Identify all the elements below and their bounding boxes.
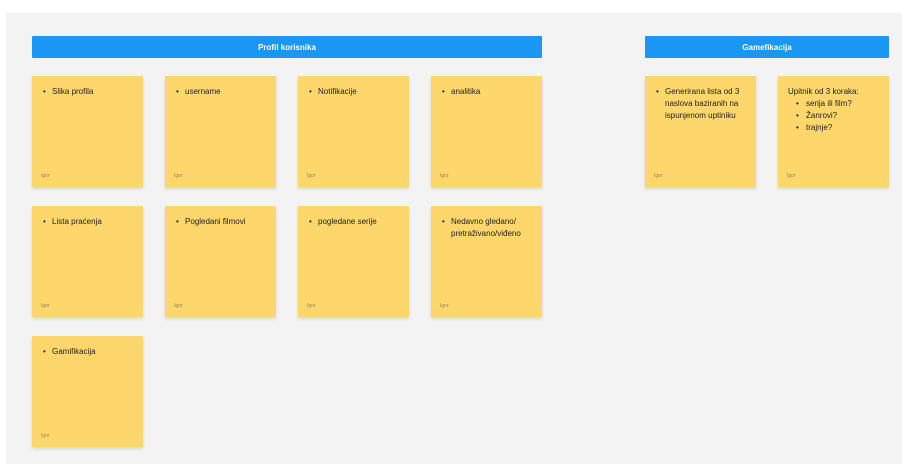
note-author: Igor: [654, 173, 663, 179]
sticky-note-lista-pracenja[interactable]: Lista praćenja Igor: [32, 206, 143, 317]
note-author: Igor: [307, 303, 316, 309]
note-author: Igor: [41, 303, 50, 309]
note-content: Generirana lista od 3 naslova baziranih …: [655, 86, 748, 122]
note-author: Igor: [174, 303, 183, 309]
note-heading: Upitnik od 3 koraka:: [788, 87, 859, 96]
sticky-note-username[interactable]: username Igor: [165, 76, 276, 187]
note-content: Pogledani filmovi: [175, 216, 268, 228]
note-bullet: analitika: [441, 86, 534, 98]
note-author: Igor: [174, 173, 183, 179]
sticky-note-generirana-lista[interactable]: Generirana lista od 3 naslova baziranih …: [645, 76, 756, 187]
note-bullet: Notifikacije: [308, 86, 401, 98]
note-sub-list: serija ili film? Žanrovi? trajnje?: [788, 98, 881, 134]
sticky-note-pogledane-serije[interactable]: pogledane serije Igor: [298, 206, 409, 317]
whiteboard-canvas[interactable]: Profil korisnika Gamefikacija Slika prof…: [6, 13, 902, 464]
note-content: pogledane serije: [308, 216, 401, 228]
note-bullet: Gamifikacija: [42, 346, 135, 358]
note-bullet: serija ili film?: [788, 98, 881, 110]
note-bullet: Nedavno gledano/ pretraživano/viđeno: [441, 216, 534, 240]
note-bullet: trajnje?: [788, 122, 881, 134]
note-bullet: username: [175, 86, 268, 98]
note-content: Slika profila: [42, 86, 135, 98]
note-content: analitika: [441, 86, 534, 98]
sticky-note-gamifikacija[interactable]: Gamifikacija Igor: [32, 336, 143, 447]
note-author: Igor: [307, 173, 316, 179]
note-bullet: pogledane serije: [308, 216, 401, 228]
sticky-note-pogledani-filmovi[interactable]: Pogledani filmovi Igor: [165, 206, 276, 317]
note-author: Igor: [41, 433, 50, 439]
note-content: Nedavno gledano/ pretraživano/viđeno: [441, 216, 534, 240]
sticky-note-nedavno-gledano[interactable]: Nedavno gledano/ pretraživano/viđeno Igo…: [431, 206, 542, 317]
note-content: Notifikacije: [308, 86, 401, 98]
sticky-note-notifikacije[interactable]: Notifikacije Igor: [298, 76, 409, 187]
note-content: Lista praćenja: [42, 216, 135, 228]
sticky-note-upitnik[interactable]: Upitnik od 3 koraka: serija ili film? Ža…: [778, 76, 889, 187]
sticky-note-analitika[interactable]: analitika Igor: [431, 76, 542, 187]
sticky-note-slika-profila[interactable]: Slika profila Igor: [32, 76, 143, 187]
note-author: Igor: [440, 173, 449, 179]
section-header-profil-korisnika[interactable]: Profil korisnika: [32, 36, 542, 58]
note-content: username: [175, 86, 268, 98]
note-bullet: Pogledani filmovi: [175, 216, 268, 228]
note-bullet: Slika profila: [42, 86, 135, 98]
note-bullet: Generirana lista od 3 naslova baziranih …: [655, 86, 748, 122]
note-content: Gamifikacija: [42, 346, 135, 358]
section-title: Gamefikacija: [742, 42, 792, 52]
note-content: Upitnik od 3 koraka: serija ili film? Ža…: [788, 86, 881, 134]
section-header-gamefikacija[interactable]: Gamefikacija: [645, 36, 889, 58]
note-bullet: Lista praćenja: [42, 216, 135, 228]
note-bullet: Žanrovi?: [788, 110, 881, 122]
note-author: Igor: [41, 173, 50, 179]
note-author: Igor: [440, 303, 449, 309]
section-title: Profil korisnika: [258, 42, 316, 52]
note-author: Igor: [787, 173, 796, 179]
